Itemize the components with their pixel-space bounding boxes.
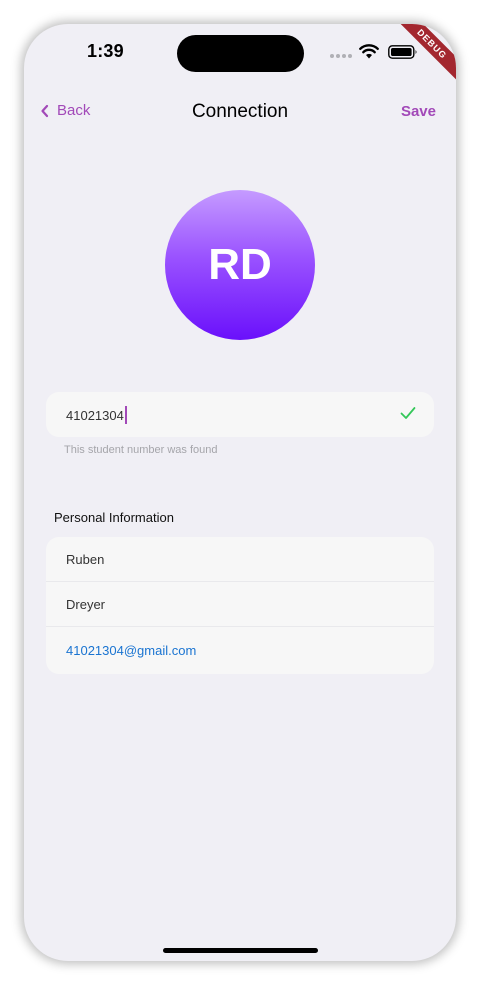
personal-information-card: Ruben Dreyer 41021304@gmail.com bbox=[46, 537, 434, 674]
last-name-value: Dreyer bbox=[66, 596, 106, 612]
cellular-signal-icon bbox=[330, 54, 352, 58]
email-field[interactable]: 41021304@gmail.com bbox=[46, 627, 434, 674]
avatar-initials: RD bbox=[208, 240, 272, 289]
dynamic-island bbox=[177, 35, 304, 72]
save-button[interactable]: Save bbox=[401, 103, 436, 120]
debug-banner-label: DEBUG bbox=[396, 24, 456, 84]
email-link[interactable]: 41021304@gmail.com bbox=[66, 643, 196, 658]
status-time: 1:39 bbox=[87, 41, 124, 61]
phone-screen: 1:39 DEBUG Back Connection Save RD 41021… bbox=[24, 24, 456, 961]
home-indicator[interactable] bbox=[163, 948, 318, 953]
wifi-icon bbox=[359, 44, 379, 64]
student-number-input[interactable]: 41021304 bbox=[66, 406, 127, 424]
last-name-field[interactable]: Dreyer bbox=[46, 582, 434, 627]
first-name-field[interactable]: Ruben bbox=[46, 537, 434, 582]
student-number-helper-text: This student number was found bbox=[64, 444, 218, 456]
check-icon bbox=[400, 406, 416, 425]
avatar: RD bbox=[165, 190, 315, 340]
text-caret bbox=[124, 406, 127, 424]
student-number-value: 41021304 bbox=[66, 407, 124, 423]
student-number-field[interactable]: 41021304 bbox=[46, 392, 434, 437]
first-name-value: Ruben bbox=[66, 551, 105, 567]
section-title-personal-information: Personal Information bbox=[54, 510, 174, 525]
page-title: Connection bbox=[191, 101, 289, 122]
debug-banner: DEBUG bbox=[396, 24, 456, 84]
